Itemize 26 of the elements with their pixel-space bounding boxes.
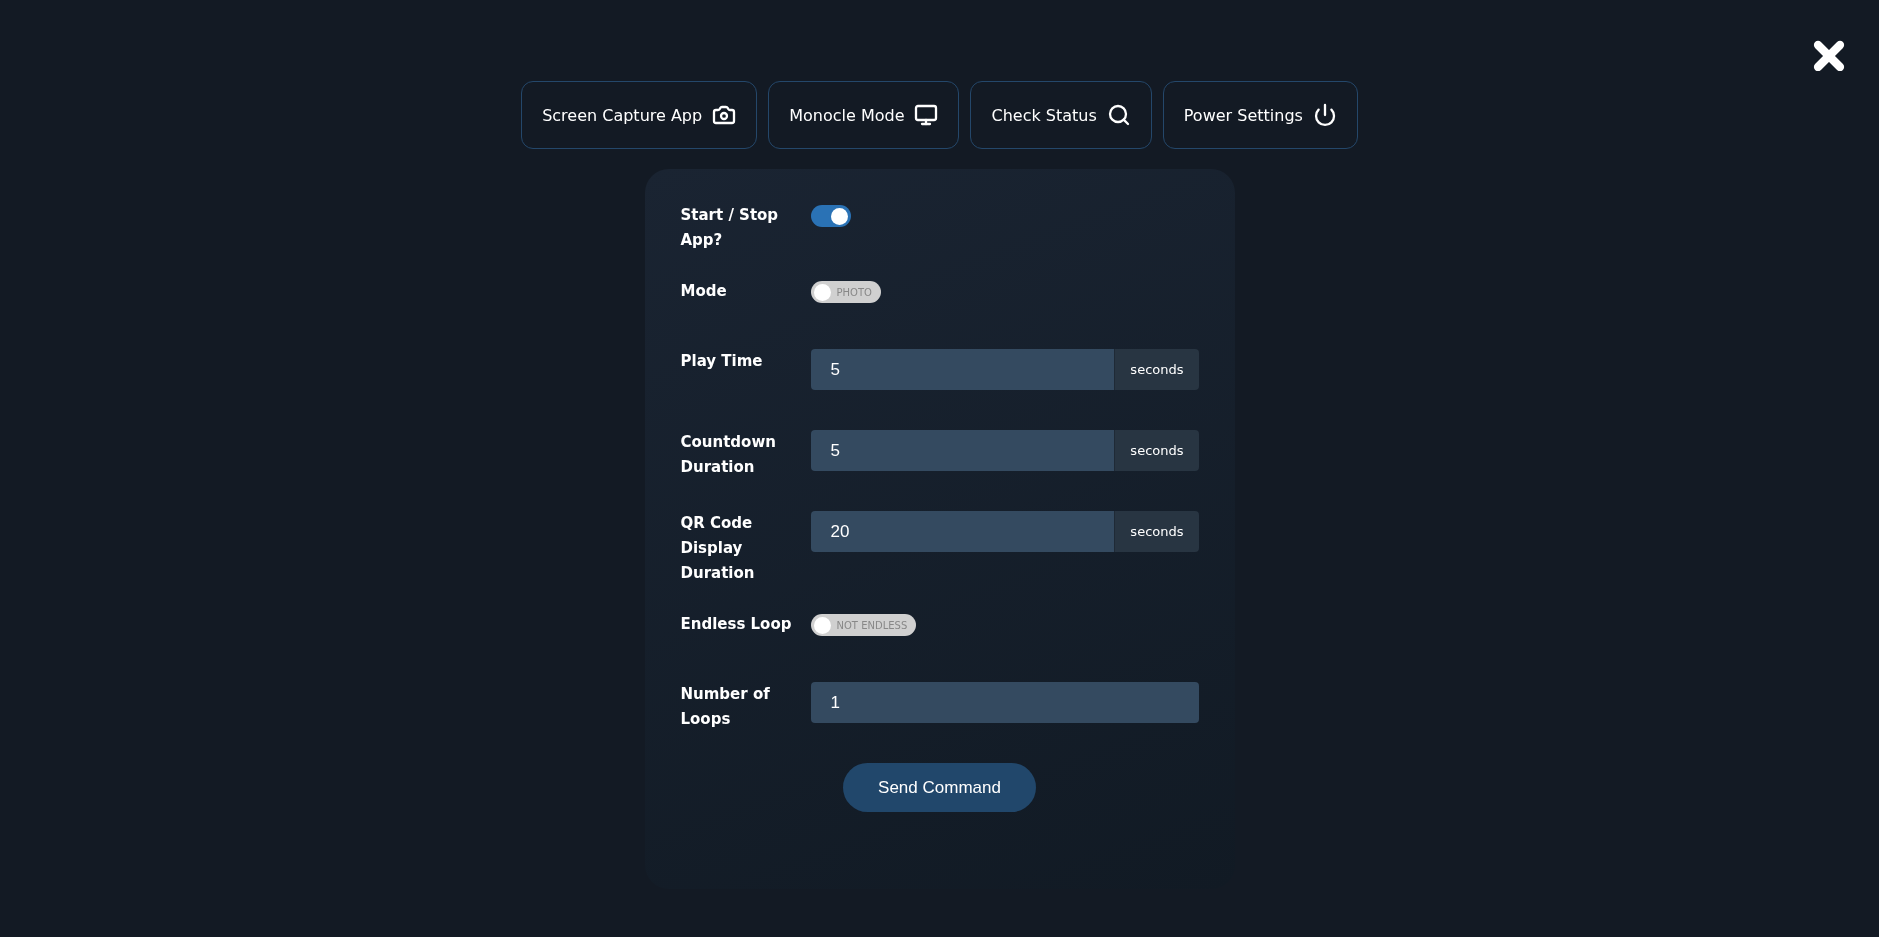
- unit-label: seconds: [1114, 430, 1199, 471]
- number-input[interactable]: 5: [810, 430, 1115, 471]
- power-icon: [1312, 103, 1337, 127]
- toggle-switch[interactable]: [810, 205, 851, 227]
- number-input[interactable]: 1: [810, 682, 1199, 723]
- field-label: Start / Stop App?: [680, 205, 780, 251]
- nav-button[interactable]: Screen Capture App: [521, 81, 758, 149]
- nav-button[interactable]: Check Status: [970, 81, 1152, 149]
- field-label: Countdown Duration: [680, 432, 777, 478]
- toggle-label: PHOTO: [836, 286, 873, 298]
- unit-label: seconds: [1114, 511, 1199, 552]
- unit-label: seconds: [1114, 349, 1199, 390]
- camera-icon: [712, 103, 737, 127]
- monitor-icon: [914, 103, 939, 127]
- number-input[interactable]: 5: [810, 349, 1115, 390]
- field-label: Number of Loops: [680, 684, 771, 730]
- number-input[interactable]: 20: [810, 511, 1115, 552]
- field-label: Endless Loop: [680, 614, 793, 635]
- toggle-label: NOT ENDLESS: [836, 619, 909, 631]
- nav-button[interactable]: Power Settings: [1162, 81, 1358, 149]
- field-label: Play Time: [680, 351, 764, 372]
- search-icon: [1106, 103, 1131, 127]
- nav-button[interactable]: Monocle Mode: [768, 81, 960, 149]
- field-label: QR Code Display Duration: [680, 513, 756, 584]
- send-button[interactable]: Send Command: [843, 763, 1036, 812]
- field-label: Mode: [680, 281, 728, 302]
